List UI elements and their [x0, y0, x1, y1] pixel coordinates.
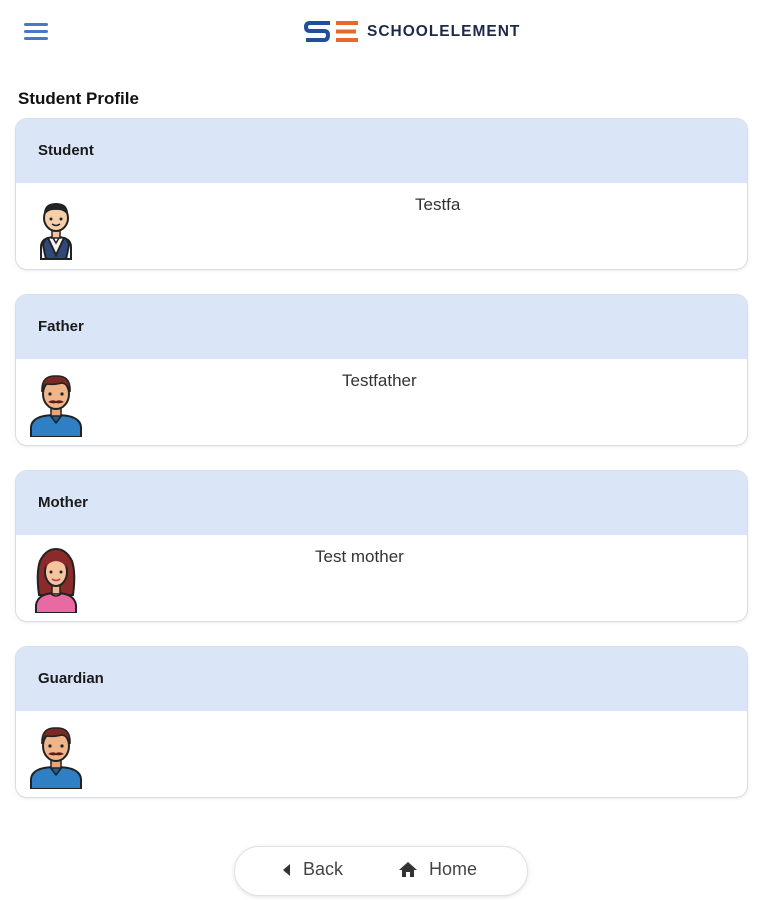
page-title: Student Profile — [18, 89, 139, 108]
guardian-avatar-icon — [30, 727, 82, 789]
student-card: Student Testfa — [15, 118, 748, 270]
mother-name: Test mother — [315, 547, 404, 566]
card-heading: Father — [38, 318, 84, 335]
card-header: Student — [16, 119, 747, 183]
father-avatar-icon — [30, 375, 82, 437]
card-header: Father — [16, 295, 747, 359]
card-header: Mother — [16, 471, 747, 535]
mother-avatar-icon — [35, 547, 77, 613]
mother-card: Mother Test mother — [15, 470, 748, 622]
card-header: Guardian — [16, 647, 747, 711]
father-card: Father Testfather — [15, 294, 748, 446]
schoolelement-logo-icon — [304, 21, 358, 42]
student-boy-avatar-icon — [40, 203, 72, 260]
brand-logo: SCHOOLELEMENT — [304, 20, 520, 44]
card-heading: Mother — [38, 494, 88, 511]
back-button[interactable]: Back — [283, 859, 343, 880]
home-button[interactable]: Home — [399, 859, 477, 880]
father-name: Testfather — [342, 371, 417, 390]
home-label: Home — [429, 859, 478, 879]
back-label: Back — [303, 859, 344, 879]
brand-name: SCHOOLELEMENT — [367, 23, 521, 40]
student-name: Testfa — [415, 195, 461, 214]
card-heading: Student — [38, 142, 94, 159]
hamburger-menu-icon[interactable] — [24, 20, 50, 42]
home-icon — [399, 862, 417, 877]
top-bar: SCHOOLELEMENT — [0, 0, 761, 64]
guardian-card: Guardian — [15, 646, 748, 798]
caret-left-icon — [283, 863, 290, 876]
bottom-nav: Back Home — [234, 846, 528, 896]
card-heading: Guardian — [38, 670, 104, 687]
